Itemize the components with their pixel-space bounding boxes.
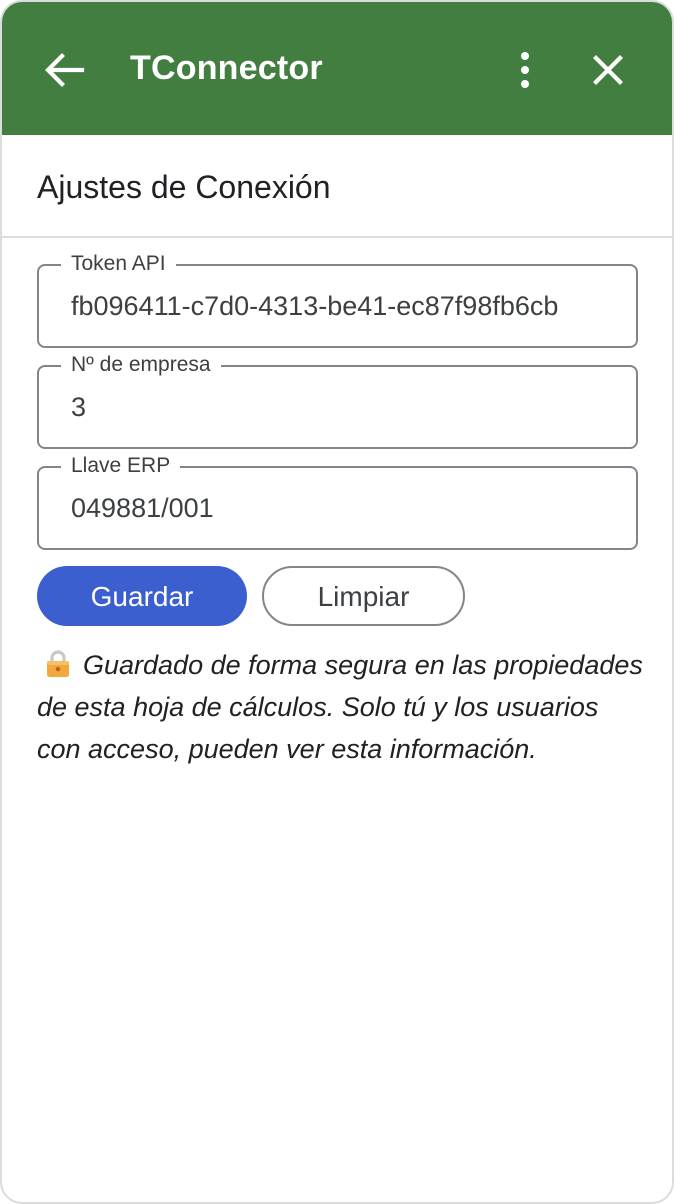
token-api-field: Token API xyxy=(37,252,638,348)
token-api-label: Token API xyxy=(61,252,176,276)
close-button[interactable] xyxy=(588,50,628,90)
company-number-input[interactable] xyxy=(71,389,631,425)
section-title: Ajustes de Conexión xyxy=(37,169,331,205)
sidebar-panel: TConnector Ajustes de Conexión Token API… xyxy=(0,0,674,1204)
app-title: TConnector xyxy=(130,49,323,87)
erp-key-label: Llave ERP xyxy=(61,454,181,478)
security-note-text: Guardado de forma segura en las propieda… xyxy=(37,650,643,764)
back-button[interactable] xyxy=(42,50,86,90)
company-number-label: Nº de empresa xyxy=(61,353,221,377)
arrow-left-icon xyxy=(45,53,85,87)
erp-key-field: Llave ERP xyxy=(37,454,638,550)
erp-key-input[interactable] xyxy=(71,490,631,526)
more-options-button[interactable] xyxy=(510,48,540,92)
close-icon xyxy=(593,55,623,85)
security-note: Guardado de forma segura en las propieda… xyxy=(37,644,647,770)
lock-icon xyxy=(47,650,69,677)
token-api-input[interactable] xyxy=(71,288,631,324)
more-vert-icon xyxy=(521,52,529,88)
company-number-field: Nº de empresa xyxy=(37,353,638,449)
app-header: TConnector xyxy=(2,2,672,135)
divider xyxy=(2,236,672,238)
save-button[interactable]: Guardar xyxy=(37,566,247,626)
clear-button[interactable]: Limpiar xyxy=(262,566,465,626)
